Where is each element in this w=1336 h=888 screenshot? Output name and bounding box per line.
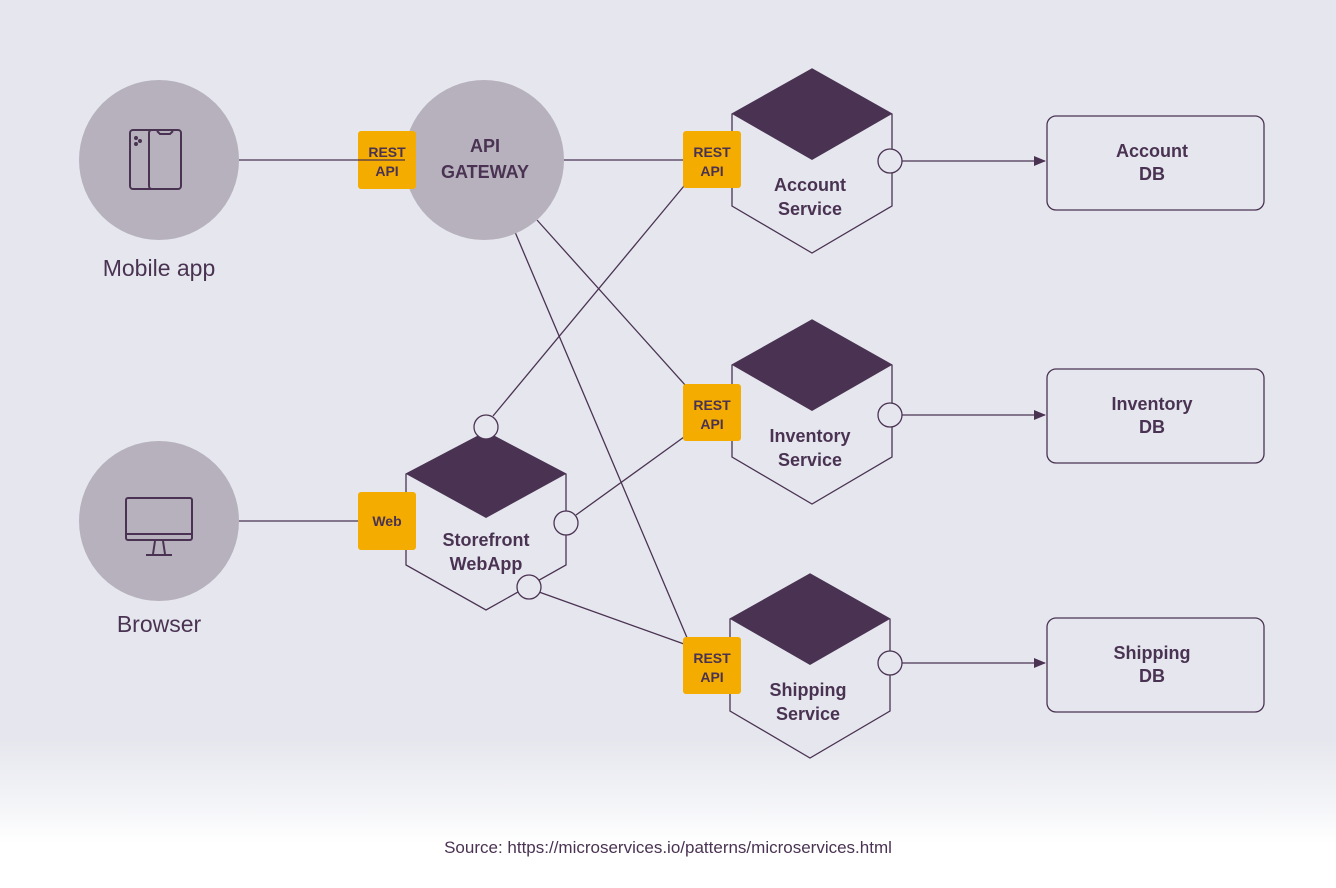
svg-text:Web: Web bbox=[372, 513, 401, 529]
browser-node[interactable]: Browser bbox=[79, 441, 239, 637]
shipping-db-label-line1: Shipping bbox=[1114, 643, 1191, 663]
svg-text:REST: REST bbox=[693, 144, 731, 160]
shipping-rest-api-tag: REST API bbox=[683, 637, 741, 694]
account-db-label-line1: Account bbox=[1116, 141, 1188, 161]
svg-text:API: API bbox=[700, 163, 723, 179]
storefront-label-line2: WebApp bbox=[450, 554, 523, 574]
mobile-app-node[interactable]: Mobile app bbox=[79, 80, 239, 281]
storefront-webapp-node[interactable]: Storefront WebApp bbox=[405, 414, 579, 611]
port-circle bbox=[877, 148, 903, 174]
port-circle bbox=[877, 402, 903, 428]
account-db-label-line2: DB bbox=[1139, 164, 1165, 184]
inventory-db-label-line2: DB bbox=[1139, 417, 1165, 437]
gateway-rest-api-tag: REST API bbox=[358, 131, 416, 189]
storefront-to-shipping-line bbox=[538, 591, 685, 645]
account-label-line2: Service bbox=[778, 199, 842, 219]
svg-text:REST: REST bbox=[693, 397, 731, 413]
api-gateway-node[interactable]: API GATEWAY bbox=[404, 80, 564, 240]
storefront-label-line1: Storefront bbox=[443, 530, 530, 550]
account-label-line1: Account bbox=[774, 175, 846, 195]
gateway-to-inventory-line bbox=[536, 219, 687, 387]
inventory-db-label-line1: Inventory bbox=[1111, 394, 1192, 414]
source-caption: Source: https://microservices.io/pattern… bbox=[444, 838, 892, 857]
account-service-node[interactable]: Account Service bbox=[731, 68, 903, 254]
shipping-label-line2: Service bbox=[776, 704, 840, 724]
port-circle bbox=[553, 510, 579, 536]
inventory-rest-api-tag: REST API bbox=[683, 384, 741, 441]
svg-text:API: API bbox=[375, 163, 398, 179]
shipping-db-node[interactable]: Shipping DB bbox=[1046, 617, 1265, 713]
connectors bbox=[239, 156, 1046, 668]
inventory-db-node[interactable]: Inventory DB bbox=[1046, 368, 1265, 464]
inventory-label-line2: Service bbox=[778, 450, 842, 470]
svg-text:API: API bbox=[700, 416, 723, 432]
gateway-label-line2: GATEWAY bbox=[441, 162, 529, 182]
inventory-service-node[interactable]: Inventory Service bbox=[731, 319, 903, 505]
account-rest-api-tag: REST API bbox=[683, 131, 741, 188]
storefront-web-tag: Web bbox=[358, 492, 416, 550]
inventory-label-line1: Inventory bbox=[769, 426, 850, 446]
svg-text:API: API bbox=[700, 669, 723, 685]
port-circle bbox=[877, 650, 903, 676]
port-circle bbox=[473, 414, 499, 440]
shipping-label-line1: Shipping bbox=[770, 680, 847, 700]
microservices-diagram: Mobile app Browser API GATEWAY REST API … bbox=[0, 0, 1336, 888]
browser-label: Browser bbox=[117, 611, 202, 637]
shipping-db-label-line2: DB bbox=[1139, 666, 1165, 686]
diagram-canvas: Mobile app Browser API GATEWAY REST API … bbox=[79, 68, 1265, 759]
gateway-label-line1: API bbox=[470, 136, 500, 156]
account-db-node[interactable]: Account DB bbox=[1046, 115, 1265, 211]
shipping-service-node[interactable]: Shipping Service bbox=[729, 573, 903, 759]
port-circle bbox=[516, 574, 542, 600]
svg-text:REST: REST bbox=[368, 144, 406, 160]
mobile-app-label: Mobile app bbox=[103, 255, 216, 281]
svg-text:REST: REST bbox=[693, 650, 731, 666]
